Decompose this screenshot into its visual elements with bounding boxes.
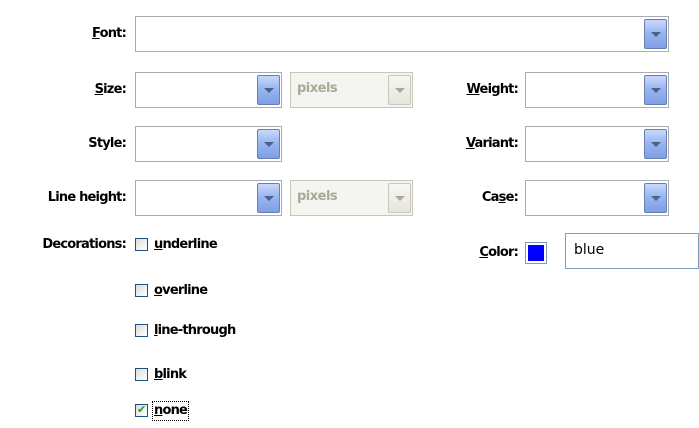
font-label: Font: bbox=[92, 26, 127, 41]
size-unit-combobox[interactable]: pixels bbox=[290, 72, 413, 108]
line-height-unit-value: pixels bbox=[297, 189, 338, 204]
line-height-dropdown-button[interactable] bbox=[257, 183, 280, 213]
chevron-down-icon bbox=[264, 196, 274, 201]
weight-dropdown-button[interactable] bbox=[644, 75, 667, 105]
color-label: Color: bbox=[479, 245, 518, 260]
line-through-label[interactable]: line-through bbox=[154, 323, 236, 339]
color-picker-button[interactable] bbox=[525, 242, 547, 264]
chevron-down-icon bbox=[651, 142, 661, 147]
weight-combobox[interactable] bbox=[525, 72, 669, 108]
none-checkbox[interactable]: ✔ bbox=[135, 403, 148, 417]
style-combobox[interactable] bbox=[135, 126, 282, 162]
color-swatch bbox=[528, 245, 544, 261]
size-dropdown-button[interactable] bbox=[257, 75, 280, 105]
color-input[interactable]: blue bbox=[565, 233, 699, 269]
color-value: blue bbox=[574, 242, 605, 258]
blink-checkbox[interactable] bbox=[135, 368, 148, 381]
variant-combobox[interactable] bbox=[525, 126, 669, 162]
none-label[interactable]: none bbox=[151, 401, 190, 421]
underline-label[interactable]: underline bbox=[154, 237, 218, 253]
weight-label: Weight: bbox=[466, 82, 518, 97]
line-height-combobox[interactable] bbox=[135, 180, 282, 216]
size-unit-value: pixels bbox=[297, 81, 338, 96]
chevron-down-icon bbox=[651, 196, 661, 201]
chevron-down-icon bbox=[395, 88, 405, 93]
style-label: Style: bbox=[88, 136, 127, 151]
chevron-down-icon bbox=[395, 196, 405, 201]
blink-label[interactable]: blink bbox=[154, 367, 187, 383]
font-dropdown-button[interactable] bbox=[644, 19, 667, 49]
checkmark-icon: ✔ bbox=[137, 403, 147, 416]
case-combobox[interactable] bbox=[525, 180, 669, 216]
overline-label[interactable]: overline bbox=[154, 283, 208, 299]
size-unit-dropdown-button[interactable] bbox=[388, 75, 411, 105]
chevron-down-icon bbox=[651, 88, 661, 93]
case-dropdown-button[interactable] bbox=[644, 183, 667, 213]
line-height-unit-combobox[interactable]: pixels bbox=[290, 180, 413, 216]
underline-checkbox[interactable] bbox=[135, 238, 148, 251]
font-combobox[interactable] bbox=[135, 16, 669, 52]
line-height-label: Line height: bbox=[47, 190, 127, 205]
variant-label: Variant: bbox=[465, 136, 519, 151]
line-height-unit-dropdown-button[interactable] bbox=[388, 183, 411, 213]
chevron-down-icon bbox=[264, 142, 274, 147]
chevron-down-icon bbox=[651, 32, 661, 37]
variant-dropdown-button[interactable] bbox=[644, 129, 667, 159]
decorations-label: Decorations: bbox=[42, 237, 126, 252]
case-label: Case: bbox=[481, 190, 519, 205]
chevron-down-icon bbox=[264, 88, 274, 93]
line-through-checkbox[interactable] bbox=[135, 324, 148, 337]
size-label: Size: bbox=[94, 82, 127, 97]
style-dropdown-button[interactable] bbox=[257, 129, 280, 159]
size-combobox[interactable] bbox=[135, 72, 282, 108]
overline-checkbox[interactable] bbox=[135, 284, 148, 297]
